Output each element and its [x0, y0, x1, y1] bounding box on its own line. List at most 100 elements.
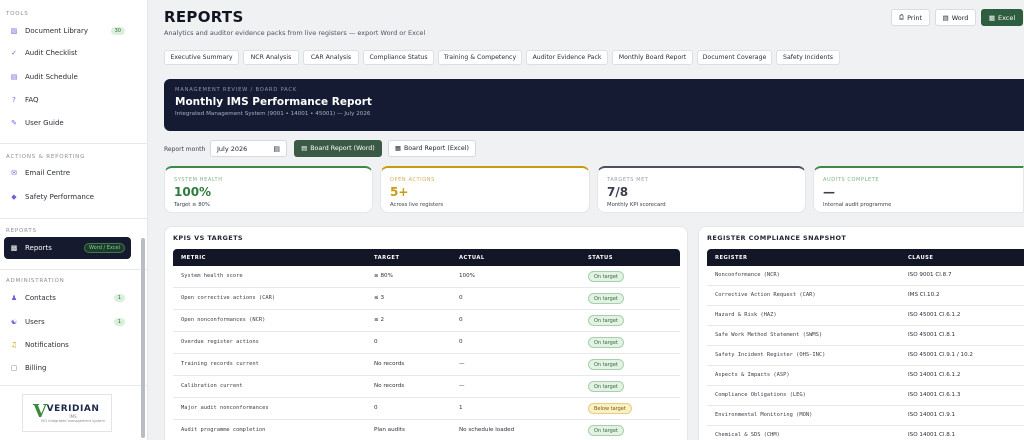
sidebar-scrollbar[interactable] — [141, 238, 145, 438]
bell-icon: ♫ — [10, 341, 18, 349]
sidebar-divider — [0, 143, 148, 144]
table-row: Major audit nonconformances 0 1 Below targe… — [173, 398, 680, 420]
sidebar-item-label: Email Centre — [25, 169, 71, 177]
metric-cell: Open corrective actions (CAR) — [181, 295, 276, 301]
spreadsheet-icon: ▦ — [988, 13, 995, 22]
sidebar-item-user-guide[interactable]: ✎ User Guide — [4, 112, 131, 134]
sidebar-item-email-centre[interactable]: ✉ Email Centre — [4, 162, 131, 184]
guide-icon: ✎ — [11, 119, 17, 127]
metric-cell: Audit programme completion — [181, 427, 266, 433]
tab-auditor-evidence-pack[interactable]: Auditor Evidence Pack — [526, 50, 608, 65]
register-cell: Hazard & Risk (HAZ) — [715, 312, 777, 318]
tab-compliance-status[interactable]: Compliance Status — [363, 50, 434, 65]
actual-cell: 0 — [459, 317, 463, 323]
kpi-targets-panel: KPIS VS TARGETS METRIC TARGET ACTUAL STA… — [164, 226, 688, 440]
actual-cell: — — [459, 383, 465, 389]
excel-label: Excel — [997, 13, 1016, 22]
book-icon: ▨ — [10, 27, 18, 35]
report-month-input[interactable]: July 2026 ▤ — [210, 140, 287, 157]
register-cell: Compliance Obligations (LEG) — [715, 392, 806, 398]
sidebar-item-faq[interactable]: ? FAQ — [4, 89, 131, 111]
register-cell: Chemical & SDS (CHM) — [715, 432, 780, 438]
count-badge: 1 — [113, 294, 125, 302]
sidebar-item-document-library[interactable]: ▨ Document Library 30 — [4, 20, 131, 42]
question-icon: ? — [12, 96, 16, 104]
sidebar-item-label: Audit Checklist — [25, 49, 78, 57]
status-badge: On target — [588, 293, 624, 304]
metric-cell: Calibration current — [181, 383, 243, 389]
clause-cell: ISO 45001 Cl.8.1 — [908, 332, 956, 338]
tab-monthly-board-report[interactable]: Monthly Board Report — [612, 50, 693, 65]
sidebar-heading-administration: ADMINISTRATION — [6, 278, 65, 284]
spreadsheet-icon: ▦ — [395, 145, 401, 152]
tab-ncr-analysis[interactable]: NCR Analysis — [243, 50, 299, 65]
sidebar-item-billing[interactable]: ▢ Billing — [4, 357, 131, 379]
company-logo: V VERIDIAN IMS ISO integrated management… — [22, 394, 112, 432]
mail-icon: ✉ — [11, 169, 17, 177]
sidebar-divider — [0, 218, 148, 219]
clause-cell: IMS Cl.10.2 — [908, 292, 940, 298]
banner-title: Monthly IMS Performance Report — [175, 96, 372, 108]
chart-icon: ▩ — [10, 244, 18, 252]
status-badge: On target — [588, 381, 624, 392]
board-report-excel-button[interactable]: ▦ Board Report (Excel) — [388, 140, 476, 157]
tab-car-analysis[interactable]: CAR Analysis — [303, 50, 359, 65]
sidebar-item-audit-checklist[interactable]: ✓ Audit Checklist — [4, 42, 131, 64]
board-report-word-button[interactable]: ▤ Board Report (Word) — [294, 140, 382, 157]
table-row: Open nonconformances (NCR) ≤ 2 0 On target — [173, 310, 680, 332]
table-header: REGISTER CLAUSE — [707, 249, 1024, 266]
sidebar-heading-actions: ACTIONS & REPORTING — [6, 154, 86, 160]
clause-cell: ISO 45001 Cl.6.1.2 — [908, 312, 961, 318]
banner-subtitle: Integrated Management System (9001 • 140… — [175, 111, 371, 117]
sidebar-item-safety-performance[interactable]: ◆ Safety Performance — [4, 186, 131, 208]
sidebar-item-label: Notifications — [25, 341, 69, 349]
sidebar-item-label: Users — [25, 318, 45, 326]
document-icon: ▤ — [301, 145, 308, 152]
users-icon: ☯ — [10, 318, 18, 326]
register-cell: Aspects & Impacts (ASP) — [715, 372, 790, 378]
print-button[interactable]: ⎙ Print — [891, 9, 930, 26]
clause-cell: ISO 9001 Cl.8.7 — [908, 272, 952, 278]
tab-training-competency[interactable]: Training & Competency — [438, 50, 522, 65]
register-cell: Corrective Action Request (CAR) — [715, 292, 816, 298]
sidebar-item-label: Document Library — [25, 27, 88, 35]
sidebar-item-contacts[interactable]: ♟ Contacts 1 — [4, 287, 131, 309]
panel-title: KPIS VS TARGETS — [173, 234, 243, 242]
word-button[interactable]: ▤ Word — [935, 9, 976, 26]
tab-safety-incidents[interactable]: Safety Incidents — [776, 50, 840, 65]
target-cell: 0 — [374, 405, 378, 411]
target-cell: 0 — [374, 339, 378, 345]
printer-icon: ⎙ — [898, 13, 905, 21]
table-row: Aspects & Impacts (ASP) ISO 14001 Cl.6.1.… — [707, 366, 1024, 386]
billing-icon: ▢ — [10, 364, 18, 372]
excel-button[interactable]: ▦ Excel — [981, 9, 1023, 26]
actual-cell: 100% — [459, 273, 475, 279]
sidebar-item-reports[interactable]: ▩ Reports Word / Excel — [4, 237, 131, 259]
clause-cell: ISO 14001 Cl.6.1.3 — [908, 392, 961, 398]
sidebar-item-users[interactable]: ☯ Users 1 — [4, 311, 131, 333]
status-badge: On target — [588, 425, 624, 436]
kpi-card-targets-met: TARGETS MET 7/8 Monthly KPI scorecard — [597, 166, 806, 213]
count-badge: 30 — [110, 27, 125, 35]
table-row: Overdue register actions 0 0 On target — [173, 332, 680, 354]
actual-cell: — — [459, 361, 465, 367]
sidebar-item-notifications[interactable]: ♫ Notifications — [4, 334, 131, 356]
panel-title: REGISTER COMPLIANCE SNAPSHOT — [707, 234, 847, 242]
page-subtitle: Analytics and auditor evidence packs fro… — [164, 29, 426, 37]
kpi-note: Monthly KPI scorecard — [607, 202, 666, 208]
check-icon: ✓ — [11, 49, 17, 57]
calendar-icon[interactable]: ▤ — [273, 145, 280, 153]
table-row: Nonconformance (NCR) ISO 9001 Cl.8.7 — [707, 266, 1024, 286]
tab-executive-summary[interactable]: Executive Summary — [164, 50, 239, 65]
sidebar-item-label: Safety Performance — [25, 193, 94, 201]
target-cell: No records — [374, 361, 405, 367]
tab-document-coverage[interactable]: Document Coverage — [697, 50, 772, 65]
status-badge: On target — [588, 271, 624, 282]
table-row: Calibration current No records — On target — [173, 376, 680, 398]
table-row: Safe Work Method Statement (SWMS) ISO 450… — [707, 326, 1024, 346]
actual-cell: 0 — [459, 339, 463, 345]
print-label: Print — [907, 13, 923, 22]
sidebar-item-audit-schedule[interactable]: ▤ Audit Schedule — [4, 66, 131, 88]
status-badge: On target — [588, 359, 624, 370]
count-badge: 1 — [113, 318, 125, 326]
